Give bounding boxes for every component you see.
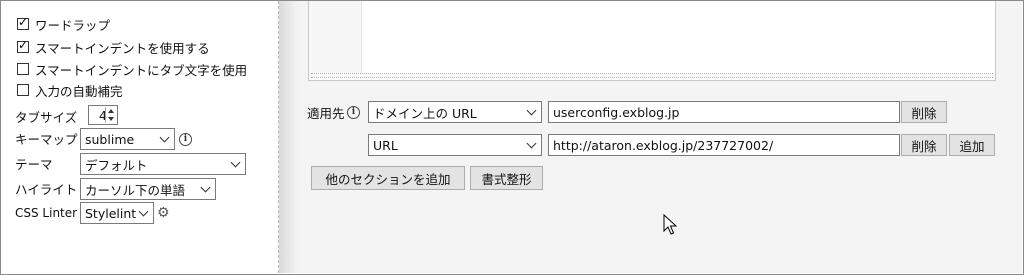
decrement-icon[interactable] (108, 117, 114, 121)
format-button[interactable]: 書式整形 (470, 166, 543, 190)
keymap-value: sublime (85, 131, 135, 147)
add-section-button[interactable]: 他のセクションを追加 (311, 166, 465, 190)
delete-label-2: 削除 (911, 138, 937, 154)
smart-indent-tabs-option[interactable]: スマートインデントにタブ文字を使用 (17, 59, 247, 79)
applies-value-input-2[interactable]: http://ataron.exblog.jp/237727002/ (548, 134, 900, 156)
options-panel: ワードラップ スマートインデントを使用する スマートインデントにタブ文字を使用 … (1, 1, 278, 273)
word-wrap-label: ワードラップ (35, 17, 111, 33)
applies-type-select-1[interactable]: ドメイン上の URL (368, 101, 542, 123)
keymap-select[interactable]: sublime (80, 128, 175, 150)
chevron-down-icon (138, 206, 149, 217)
auto-complete-option[interactable]: 入力の自動補完 (17, 80, 123, 100)
mouse-pointer-icon (663, 214, 677, 235)
smart-indent-label: スマートインデントを使用する (35, 40, 210, 56)
smart-indent-option[interactable]: スマートインデントを使用する (17, 37, 210, 57)
highlight-value: カーソル下の単語 (85, 182, 186, 198)
applies-value-input-1[interactable]: userconfig.exblog.jp (548, 101, 900, 123)
info-icon[interactable]: i (347, 106, 360, 119)
delete-button-2[interactable]: 削除 (901, 134, 947, 156)
chevron-down-icon (526, 105, 537, 116)
editor-resize-handle[interactable] (311, 73, 993, 78)
format-label: 書式整形 (481, 171, 532, 187)
highlight-select[interactable]: カーソル下の単語 (80, 178, 216, 200)
smart-indent-tabs-checkbox[interactable] (17, 63, 29, 75)
word-wrap-checkbox[interactable] (17, 15, 29, 30)
delete-button-1[interactable]: 削除 (901, 101, 947, 123)
auto-complete-label: 入力の自動補完 (35, 83, 123, 99)
delete-label-1: 削除 (911, 105, 937, 121)
linter-value: Stylelint (85, 205, 137, 221)
word-wrap-option[interactable]: ワードラップ (17, 14, 110, 34)
applies-type-value-2: URL (373, 137, 398, 153)
theme-select[interactable]: デフォルト (80, 153, 246, 175)
theme-value: デフォルト (85, 157, 148, 173)
applies-type-value-1: ドメイン上の URL (373, 105, 477, 121)
tab-size-label: タブサイズ (15, 109, 78, 125)
info-icon[interactable]: i (179, 133, 192, 146)
add-label: 追加 (959, 138, 985, 154)
keymap-label: キーマップ (15, 131, 78, 147)
smart-indent-checkbox[interactable] (17, 38, 29, 53)
line-gutter (309, 1, 362, 73)
applies-to-label: 適用先 (307, 106, 345, 121)
linter-label: CSS Linter (15, 206, 78, 220)
auto-complete-checkbox[interactable] (17, 84, 29, 96)
applies-value-1: userconfig.exblog.jp (553, 104, 680, 120)
tab-size-stepper[interactable]: 4 (88, 105, 118, 125)
smart-indent-tabs-label: スマートインデントにタブ文字を使用 (35, 62, 248, 78)
chevron-down-icon (200, 182, 211, 193)
panel-shadow (279, 1, 303, 273)
applies-type-select-2[interactable]: URL (368, 134, 542, 156)
code-editor[interactable] (308, 1, 996, 81)
chevron-down-icon (526, 138, 537, 149)
chevron-down-icon (230, 157, 241, 168)
gear-icon[interactable]: ⚙ (157, 205, 170, 221)
add-button[interactable]: 追加 (949, 134, 995, 156)
linter-select[interactable]: Stylelint (80, 202, 154, 224)
increment-icon[interactable] (108, 109, 114, 113)
theme-label: テーマ (15, 156, 53, 172)
applies-value-2: http://ataron.exblog.jp/237727002/ (553, 137, 774, 153)
stepper-arrows[interactable] (105, 107, 116, 123)
highlight-label: ハイライト (15, 181, 78, 197)
add-section-label: 他のセクションを追加 (325, 171, 451, 187)
chevron-down-icon (159, 132, 170, 143)
